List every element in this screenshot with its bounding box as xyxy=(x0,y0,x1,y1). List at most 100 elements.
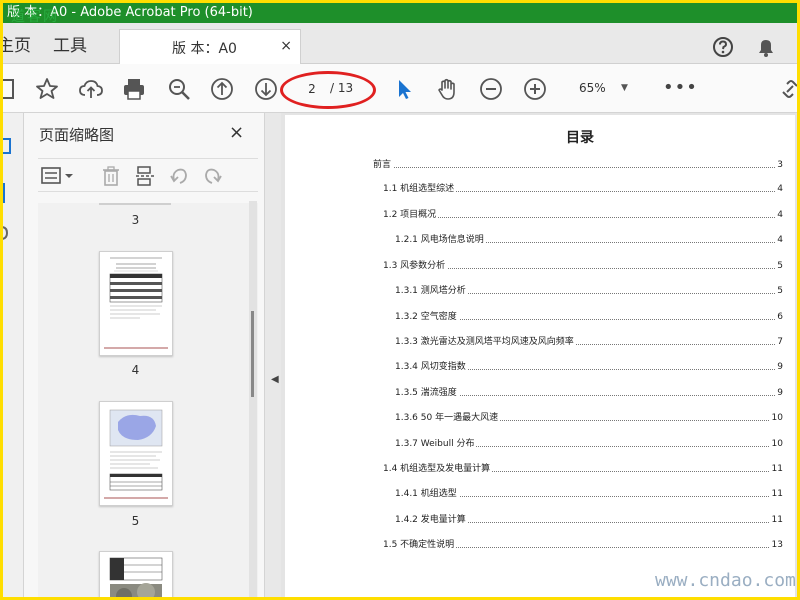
toc-entry[interactable]: 1.5 不确定性说明 13 xyxy=(383,539,783,551)
thumbnail-page-5[interactable] xyxy=(99,401,173,506)
toc-entry[interactable]: 1.2 项目概况 4 xyxy=(383,209,783,221)
document-tab-label: 版 本：A0 xyxy=(172,41,237,57)
cloud-upload-icon[interactable] xyxy=(78,76,104,102)
toc-entry[interactable]: 1.1 机组选型综述 4 xyxy=(383,183,783,195)
page-navigator: / 13 xyxy=(280,71,376,109)
toc-entry-text: 1.3.6 50 年一遇最大风速 xyxy=(395,412,501,424)
toc-entry-text: 1.1 机组选型综述 xyxy=(383,183,457,195)
toc-entry-page: 11 xyxy=(769,488,783,500)
previous-page-icon[interactable] xyxy=(209,76,235,102)
acrobat-window: 版 本：A0 - Adobe Acrobat Pro (64-bit) 道客网 … xyxy=(3,3,797,597)
document-tab[interactable]: 版 本：A0 × xyxy=(119,29,301,64)
notification-bell-icon[interactable] xyxy=(755,36,777,58)
thumbnails-scrollbar-thumb[interactable] xyxy=(251,311,254,397)
panel-close-icon[interactable]: × xyxy=(229,122,244,143)
zoom-level-value: 65% xyxy=(579,81,606,95)
toc-entry-page: 10 xyxy=(769,412,783,424)
bookmark-nav-icon[interactable] xyxy=(3,181,13,205)
delete-page-icon[interactable] xyxy=(100,165,122,187)
next-page-icon[interactable] xyxy=(253,76,279,102)
toc-entry-page: 3 xyxy=(775,159,783,171)
toc-entry-page: 4 xyxy=(775,183,783,195)
close-tab-icon[interactable]: × xyxy=(280,38,292,54)
toc-entry-text: 1.3.3 激光雷达及测风塔平均风速及风向频率 xyxy=(395,336,576,348)
toc-entry[interactable]: 1.3.3 激光雷达及测风塔平均风速及风向频率 7 xyxy=(395,336,783,348)
document-view[interactable]: 目录 前言 3 1.1 机组选型综述 4 1.2 项目概况 4 1.2.1 风电场信息… xyxy=(281,113,797,597)
hand-tool-icon[interactable] xyxy=(434,76,460,102)
zoom-level-select[interactable]: 65% ▼ xyxy=(573,79,639,99)
toc-entry[interactable]: 前言 3 xyxy=(373,159,783,171)
zoom-search-icon[interactable] xyxy=(166,76,192,102)
star-icon[interactable] xyxy=(34,76,60,102)
toc-entry-page: 5 xyxy=(775,285,783,297)
rotate-right-icon[interactable] xyxy=(202,165,224,187)
thumbnail-page-6[interactable] xyxy=(99,551,173,597)
toc-entry-text: 1.3.7 Weibull 分布 xyxy=(395,438,477,450)
page-thumbnails-nav-icon[interactable] xyxy=(3,137,13,157)
thumbnail-page-4[interactable] xyxy=(99,251,173,356)
link-icon[interactable] xyxy=(777,76,797,102)
toc-entry-page: 4 xyxy=(775,209,783,221)
thumbnails-scrollbar-track[interactable] xyxy=(249,201,257,597)
select-pointer-icon[interactable] xyxy=(391,76,417,102)
thumbnail-label-4: 4 xyxy=(131,363,140,377)
toc-entry-text: 1.3.5 湍流强度 xyxy=(395,387,459,399)
toc-entry-text: 1.2.1 风电场信息说明 xyxy=(395,234,486,246)
toc-entry-page: 11 xyxy=(769,463,783,475)
toc-entry[interactable]: 1.3.7 Weibull 分布 10 xyxy=(395,438,783,450)
more-tools-icon[interactable]: ••• xyxy=(663,77,698,98)
toc-entry-page: 5 xyxy=(775,260,783,272)
save-icon[interactable] xyxy=(3,76,17,102)
left-navigation-rail xyxy=(3,113,24,597)
toc-entry-text: 前言 xyxy=(373,159,394,171)
panel-title: 页面缩略图 xyxy=(39,126,115,144)
toc-entry-text: 1.5 不确定性说明 xyxy=(383,539,457,551)
options-menu-icon[interactable] xyxy=(40,165,76,187)
toc-entry-page: 10 xyxy=(769,438,783,450)
title-bar: 版 本：A0 - Adobe Acrobat Pro (64-bit) 道客网 xyxy=(3,3,797,25)
thumbnails-list: 3 4 5 xyxy=(38,203,258,597)
chevron-down-icon: ▼ xyxy=(621,83,628,93)
toc-title: 目录 xyxy=(566,130,594,146)
menu-home[interactable]: 主页 xyxy=(3,31,31,56)
thumbnail-label-5: 5 xyxy=(131,514,140,528)
document-page: 目录 前言 3 1.1 机组选型综述 4 1.2 项目概况 4 1.2.1 风电场信息… xyxy=(285,115,795,597)
extract-page-icon[interactable] xyxy=(134,165,156,187)
menu-tools[interactable]: 工具 xyxy=(53,31,87,56)
toc-entry-text: 1.4.2 发电量计算 xyxy=(395,514,468,526)
tab-bar: 主页 工具 版 本：A0 × xyxy=(3,23,797,64)
toc-entry[interactable]: 1.4 机组选型及发电量计算 11 xyxy=(383,463,783,475)
print-icon[interactable] xyxy=(121,76,147,102)
toc-entry-page: 4 xyxy=(775,234,783,246)
watermark-bottom-right: www.cndao.com xyxy=(655,570,796,591)
toc-entry[interactable]: 1.3.4 风切变指数 9 xyxy=(395,361,783,373)
thumbnail-3-edge xyxy=(99,203,171,205)
rotate-left-icon[interactable] xyxy=(168,165,190,187)
toc-entry-text: 1.4.1 机组选型 xyxy=(395,488,459,500)
toc-entry-page: 13 xyxy=(769,539,783,551)
toc-entry[interactable]: 1.4.1 机组选型 11 xyxy=(395,488,783,500)
page-thumbnails-panel: 页面缩略图 × 3 4 5 xyxy=(24,113,265,597)
help-icon[interactable] xyxy=(712,36,734,58)
toc-entry[interactable]: 1.3.5 湍流强度 9 xyxy=(395,387,783,399)
toc-entry[interactable]: 1.4.2 发电量计算 11 xyxy=(395,514,783,526)
toc-entry-text: 1.2 项目概况 xyxy=(383,209,439,221)
toc-entry[interactable]: 1.3 风参数分析 5 xyxy=(383,260,783,272)
zoom-out-icon[interactable] xyxy=(478,76,504,102)
toc-entry-page: 6 xyxy=(775,311,783,323)
toc-entry-page: 9 xyxy=(775,361,783,373)
toc-entry[interactable]: 1.3.2 空气密度 6 xyxy=(395,311,783,323)
toc-entry-text: 1.4 机组选型及发电量计算 xyxy=(383,463,493,475)
toc-entry[interactable]: 1.2.1 风电场信息说明 4 xyxy=(395,234,783,246)
toc-entry-text: 1.3.1 测风塔分析 xyxy=(395,285,468,297)
zoom-in-icon[interactable] xyxy=(522,76,548,102)
toc-entry[interactable]: 1.3.6 50 年一遇最大风速 10 xyxy=(395,412,783,424)
collapse-panel-icon[interactable]: ◀ xyxy=(271,374,279,385)
thumbnail-toolbar xyxy=(38,158,258,192)
red-annotation-ring xyxy=(280,71,376,109)
thumbnail-label-3: 3 xyxy=(131,213,140,227)
toc-entry[interactable]: 1.3.1 测风塔分析 5 xyxy=(395,285,783,297)
toc-entry-text: 1.3 风参数分析 xyxy=(383,260,448,272)
toc-entry-page: 11 xyxy=(769,514,783,526)
attachment-nav-icon[interactable] xyxy=(3,223,13,243)
